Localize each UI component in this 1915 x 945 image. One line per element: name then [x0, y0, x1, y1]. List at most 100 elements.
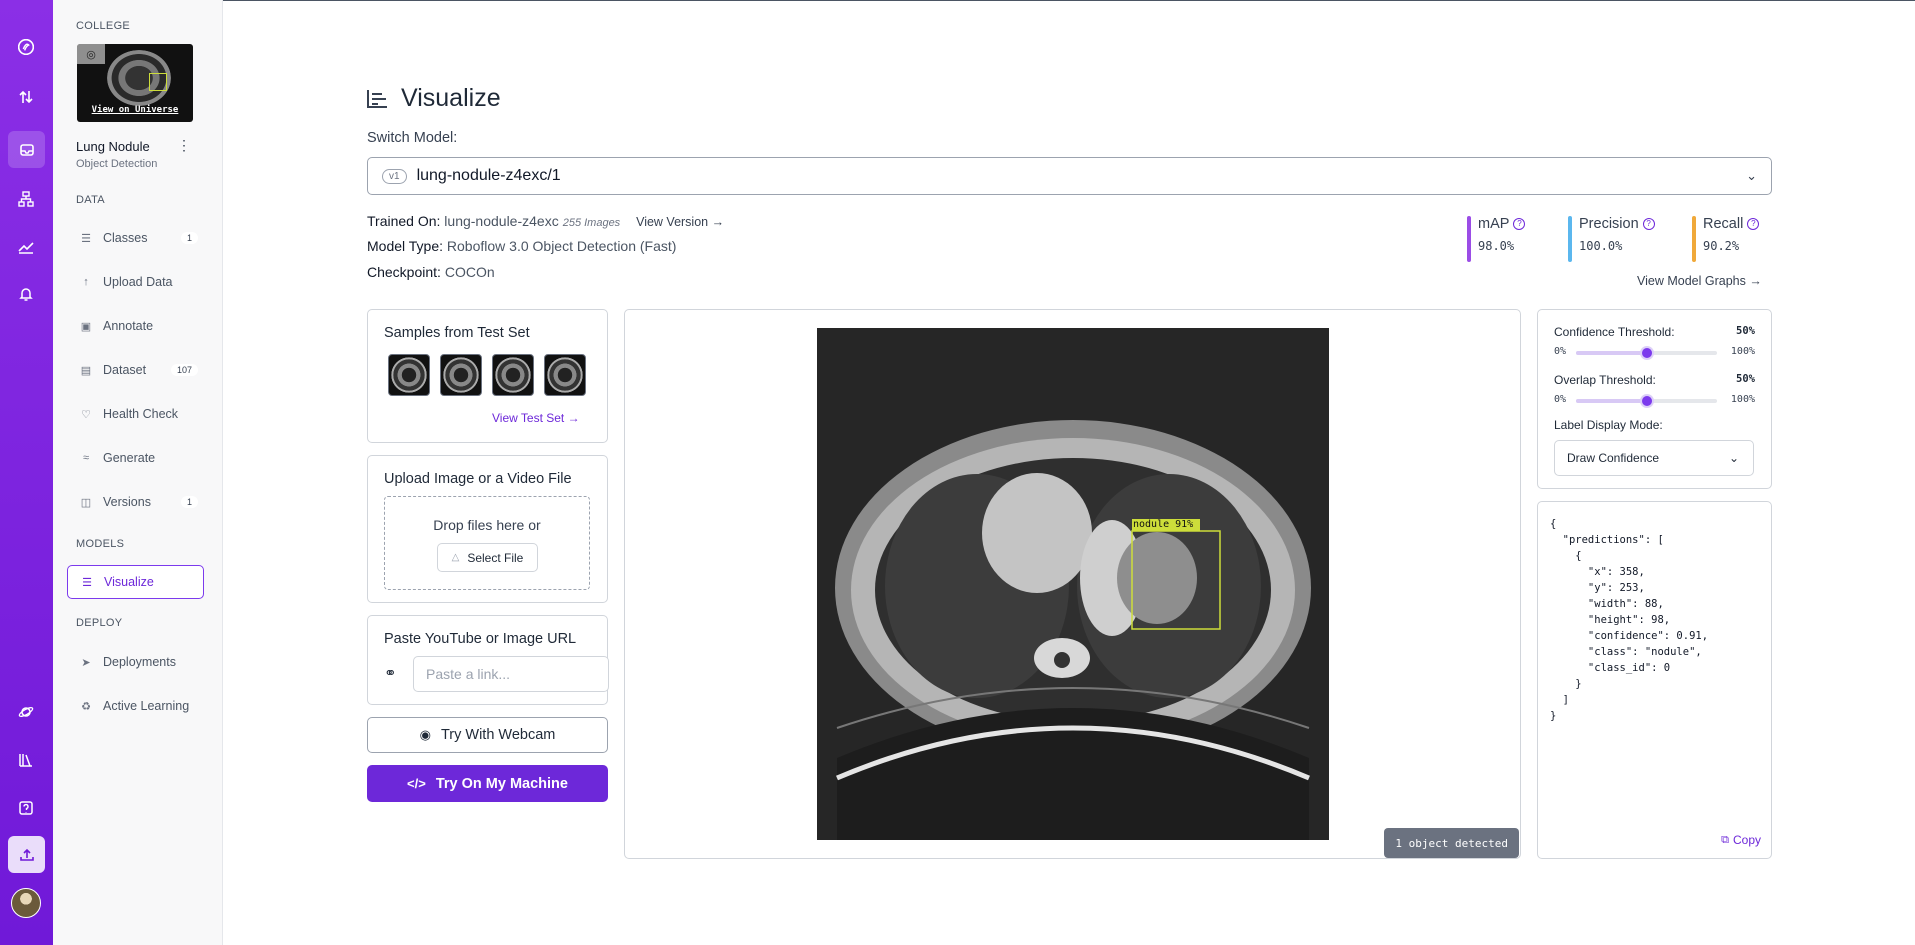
sidebar-item-health-check[interactable]: ♡ Health Check	[67, 397, 204, 431]
checkpoint-value: COCOn	[444, 264, 495, 280]
sidebar-item-versions[interactable]: ◫ Versions 1	[67, 485, 204, 519]
link-chain-icon: ⚭	[384, 665, 397, 682]
heart-icon: ♡	[81, 408, 91, 421]
url-input[interactable]	[413, 656, 609, 692]
sample-image[interactable]	[388, 354, 430, 396]
count-badge: 1	[180, 232, 198, 244]
chevron-down-icon: ⌄	[1746, 168, 1757, 183]
sidebar-item-label: Annotate	[103, 319, 154, 333]
inference-viewer: nodule 91% 1 object detected	[624, 309, 1521, 859]
ct-scan-image: nodule 91%	[817, 328, 1329, 840]
upload-card: Upload Image or a Video File Drop files …	[367, 455, 608, 603]
help-circle-icon[interactable]: ?	[1642, 218, 1655, 230]
sample-image[interactable]	[492, 354, 534, 396]
library-icon[interactable]	[14, 748, 38, 772]
workflows-icon[interactable]	[14, 187, 38, 211]
sample-image[interactable]	[440, 354, 482, 396]
view-version-link[interactable]: View Version →	[636, 215, 724, 229]
swap-arrows-icon[interactable]	[14, 85, 38, 109]
slider-track[interactable]	[1576, 394, 1717, 408]
select-file-button[interactable]: △ Select File	[437, 543, 538, 572]
copy-button[interactable]: ⧉ Copy	[1721, 833, 1761, 847]
docs-help-icon[interactable]	[14, 796, 38, 820]
webcam-button-label: Try With Webcam	[440, 727, 556, 743]
thumbnail-detection-box	[149, 73, 167, 91]
sidebar-item-label: Versions	[103, 495, 151, 509]
model-type-value: Roboflow 3.0 Object Detection (Fast)	[446, 238, 677, 254]
user-avatar[interactable]	[11, 888, 41, 918]
try-on-my-machine-button[interactable]: </> Try On My Machine	[367, 765, 608, 802]
checkpoint-row: Checkpoint: COCOn	[367, 264, 495, 280]
switch-model-label: Switch Model:	[367, 130, 458, 146]
kebab-menu-icon[interactable]: ⋮	[177, 137, 191, 154]
globe-icon: ◎	[77, 44, 105, 64]
samples-title: Samples from Test Set	[384, 325, 530, 341]
overlap-label: Overlap Threshold:	[1554, 373, 1656, 387]
url-title: Paste YouTube or Image URL	[384, 631, 577, 647]
confidence-slider[interactable]: 0% 100%	[1554, 346, 1755, 360]
metric-value: 90.2%	[1703, 239, 1740, 253]
slider-knob[interactable]	[1639, 346, 1654, 360]
webcam-icon: ◉	[419, 727, 431, 742]
try-webcam-button[interactable]: ◉ Try With Webcam	[367, 717, 608, 753]
metric-name: Recall	[1703, 216, 1744, 232]
help-circle-icon[interactable]: ?	[1513, 218, 1526, 230]
sidebar-item-visualize[interactable]: ☰ Visualize	[67, 565, 204, 599]
help-circle-icon[interactable]: ?	[1747, 218, 1760, 230]
sidebar-item-dataset[interactable]: ▤ Dataset 107	[67, 353, 204, 387]
version-badge: v1	[382, 168, 407, 184]
trained-on-value: lung-nodule-z4exc	[444, 213, 559, 229]
overlap-slider[interactable]: 0% 100%	[1554, 394, 1755, 408]
sidebar-item-annotate[interactable]: ▣ Annotate	[67, 309, 204, 343]
versions-icon: ◫	[80, 496, 92, 509]
trained-on-label: Trained On:	[367, 213, 441, 229]
slider-knob[interactable]	[1639, 394, 1654, 408]
label-mode-select[interactable]: Draw Confidence ⌄	[1554, 440, 1754, 476]
upload-icon: △	[451, 552, 460, 563]
analytics-icon[interactable]	[14, 234, 38, 258]
copy-label: Copy	[1732, 833, 1761, 847]
metric-name: mAP	[1478, 216, 1510, 232]
json-output: { "predictions": [ { "x": 358, "y": 253,…	[1550, 518, 1709, 722]
upload-title: Upload Image or a Video File	[384, 471, 572, 487]
slider-min-label: 0%	[1554, 394, 1567, 405]
universe-planet-icon[interactable]	[14, 700, 38, 724]
sidebar-item-label: Health Check	[103, 407, 179, 421]
page-title: Visualize	[367, 84, 501, 113]
slider-min-label: 0%	[1554, 346, 1567, 357]
metric-precision: Precision? 100.0%	[1568, 216, 1655, 262]
file-dropzone[interactable]: Drop files here or △ Select File	[384, 496, 590, 590]
view-on-universe-link[interactable]: View on Universe	[77, 105, 193, 115]
bell-icon[interactable]	[14, 282, 38, 306]
list-icon: ☰	[81, 232, 91, 245]
sidebar-item-classes[interactable]: ☰ Classes 1	[67, 221, 204, 255]
layers-icon: ≈	[82, 452, 90, 464]
project-thumbnail[interactable]: ◎ View on Universe	[77, 44, 193, 122]
overlap-row: Overlap Threshold: 50%	[1554, 373, 1755, 387]
machine-button-label: Try On My Machine	[435, 775, 568, 792]
roboflow-logo-icon[interactable]	[14, 35, 38, 59]
rocket-icon: ➤	[81, 656, 91, 669]
sidebar-item-label: Active Learning	[103, 699, 190, 713]
slider-track[interactable]	[1576, 346, 1717, 360]
sidebar-item-deployments[interactable]: ➤ Deployments	[67, 645, 204, 679]
metric-recall: Recall? 90.2%	[1692, 216, 1760, 262]
count-badge: 107	[170, 364, 198, 376]
bar-chart-icon	[367, 89, 387, 108]
label-mode-label: Label Display Mode:	[1554, 418, 1663, 432]
model-select[interactable]: v1 lung-nodule-z4exc/1 ⌄	[367, 157, 1772, 195]
sidebar-item-active-learning[interactable]: ♻ Active Learning	[67, 689, 204, 723]
metric-map: mAP? 98.0%	[1467, 216, 1526, 262]
trained-on-row: Trained On: lung-nodule-z4exc 255 Images …	[367, 213, 724, 229]
detection-label: nodule 91%	[1133, 519, 1194, 530]
metric-color-bar	[1568, 216, 1572, 262]
view-model-graphs-link[interactable]: View Model Graphs →	[1637, 274, 1762, 288]
projects-inbox-icon[interactable]	[8, 131, 45, 168]
sidebar-item-upload-data[interactable]: ↑ Upload Data	[67, 265, 204, 299]
support-upload-icon[interactable]	[8, 836, 45, 873]
sample-image[interactable]	[544, 354, 586, 396]
view-test-set-link[interactable]: View Test Set →	[492, 411, 580, 425]
models-section-label: MODELS	[76, 538, 125, 550]
sidebar-item-generate[interactable]: ≈ Generate	[67, 441, 204, 475]
confidence-row: Confidence Threshold: 50%	[1554, 325, 1755, 339]
